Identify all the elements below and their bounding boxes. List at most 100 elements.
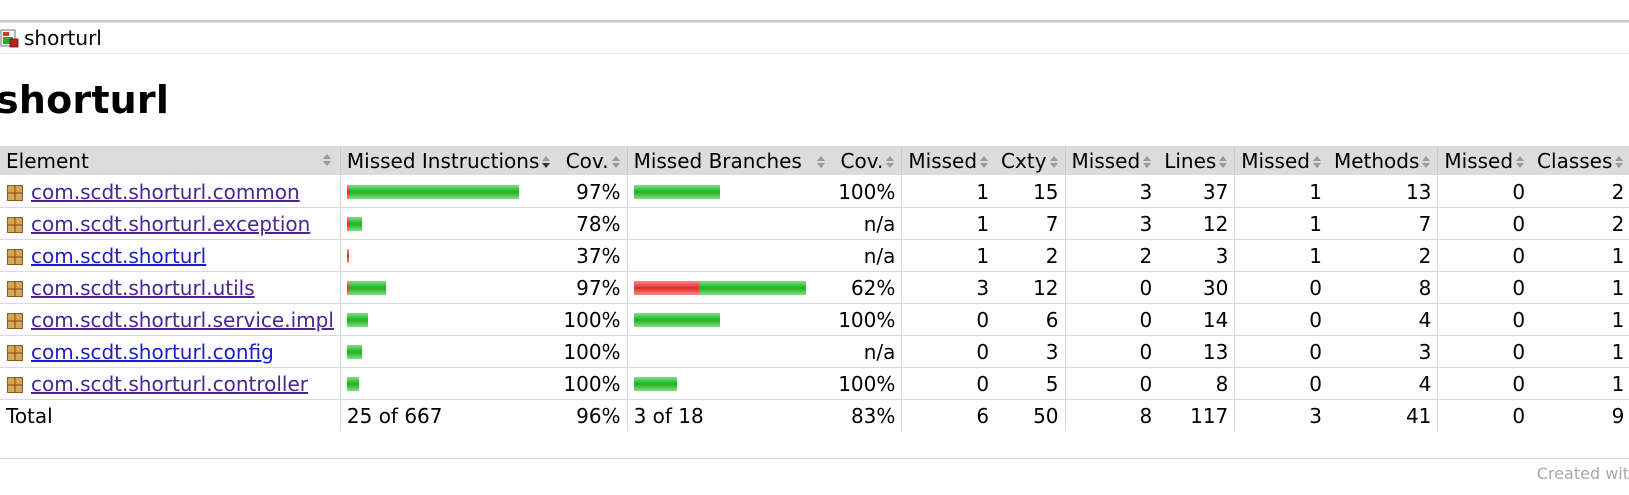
header-missed-lines[interactable]: Missed (1065, 146, 1159, 176)
package-link[interactable]: com.scdt.shorturl.utils (31, 276, 255, 300)
branches-coverage-bar (634, 217, 827, 231)
total-missed-lines: 8 (1139, 403, 1153, 428)
sort-icon (979, 155, 989, 169)
branches-coverage-bar (633, 376, 827, 391)
total-missed-cxty: 6 (976, 403, 990, 428)
package-link[interactable]: com.scdt.shorturl.exception (31, 212, 310, 236)
instructions-bar-cell (340, 367, 558, 400)
lines: 12 (1158, 207, 1236, 240)
missed-cxty: 1 (901, 175, 996, 208)
branches-bar-cell (627, 335, 833, 368)
missed-cxty: 0 (901, 335, 996, 368)
report-icon (0, 28, 20, 48)
instructions-coverage-bar (346, 376, 551, 391)
covered-bar-segment (346, 376, 359, 391)
header-lines[interactable]: Lines (1158, 146, 1236, 176)
sort-icon (1312, 155, 1322, 169)
classes: 1 (1531, 239, 1629, 272)
missed-lines: 0 (1065, 367, 1159, 400)
missed-methods: 0 (1234, 303, 1328, 336)
breadcrumb-label[interactable]: shorturl (24, 26, 102, 50)
missed-cxty: 3 (901, 271, 996, 304)
instructions-bar-cell (340, 303, 558, 336)
header-classes[interactable]: Classes (1531, 146, 1629, 176)
sort-desc-icon (541, 155, 551, 169)
missed-methods: 0 (1234, 271, 1328, 304)
missed-classes: 0 (1437, 207, 1532, 240)
missed-bar-segment (633, 280, 699, 295)
missed-methods: 0 (1234, 367, 1328, 400)
cxty: 12 (995, 271, 1066, 304)
sort-icon (1421, 155, 1431, 169)
package-icon (6, 215, 24, 233)
package-link[interactable]: com.scdt.shorturl.controller (31, 372, 308, 396)
header-missed-instructions[interactable]: Missed Instructions (340, 146, 558, 176)
covered-bar-segment (346, 312, 368, 327)
table-row: com.scdt.shorturl 37% n/a 1 2 2 3 1 2 0 1 (0, 239, 1629, 272)
header-element[interactable]: Element (0, 146, 341, 176)
lines: 3 (1158, 239, 1236, 272)
branches-bar-cell (627, 175, 833, 208)
total-methods: 41 (1327, 399, 1439, 431)
lines: 30 (1158, 271, 1236, 304)
total-branch-cov: 83% (832, 399, 903, 431)
covered-bar-segment (698, 280, 806, 295)
total-instructions: 25 of 667 (346, 403, 443, 428)
package-link[interactable]: com.scdt.shorturl.common (31, 180, 300, 204)
classes: 1 (1531, 271, 1629, 304)
table-header-row: Element Missed Instructions Cov. Missed … (0, 146, 1629, 176)
header-missed-branches[interactable]: Missed Branches (627, 146, 833, 176)
instructions-bar-cell (340, 335, 558, 368)
element-cell: com.scdt.shorturl.utils (0, 271, 341, 304)
package-link[interactable]: com.scdt.shorturl.service.impl (31, 308, 334, 332)
header-cxty[interactable]: Cxty (995, 146, 1066, 176)
package-link[interactable]: com.scdt.shorturl.config (31, 340, 274, 364)
cxty: 2 (995, 239, 1066, 272)
sort-icon (611, 155, 621, 169)
missed-bar-segment (346, 248, 349, 263)
classes: 2 (1531, 175, 1629, 208)
branches-bar-cell (627, 367, 833, 400)
covered-bar-segment (349, 184, 519, 199)
instructions-coverage-bar (346, 248, 551, 263)
sort-icon (1218, 155, 1228, 169)
branches-coverage-bar (634, 249, 827, 263)
missed-lines: 3 (1065, 175, 1159, 208)
sort-icon (322, 153, 332, 167)
package-link[interactable]: com.scdt.shorturl (31, 244, 206, 268)
header-missed-cxty[interactable]: Missed (901, 146, 996, 176)
instr-cov: 100% (557, 303, 628, 336)
header-methods[interactable]: Methods (1327, 146, 1439, 176)
methods: 13 (1327, 175, 1439, 208)
branch-cov: n/a (832, 335, 903, 368)
branches-coverage-bar (634, 345, 827, 359)
instructions-bar-cell (340, 271, 558, 304)
header-missed-methods[interactable]: Missed (1234, 146, 1328, 176)
instructions-coverage-bar (346, 344, 551, 359)
classes: 1 (1531, 335, 1629, 368)
classes: 1 (1531, 303, 1629, 336)
missed-classes: 0 (1437, 271, 1532, 304)
branch-cov: 62% (832, 271, 903, 304)
header-branch-cov[interactable]: Cov. (832, 146, 903, 176)
instructions-coverage-bar (346, 280, 551, 295)
instructions-coverage-bar (346, 216, 551, 231)
cxty: 15 (995, 175, 1066, 208)
branches-bar-cell (627, 271, 833, 304)
lines: 14 (1158, 303, 1236, 336)
header-missed-classes[interactable]: Missed (1437, 146, 1532, 176)
lines: 13 (1158, 335, 1236, 368)
page-title: shorturl (0, 78, 170, 122)
missed-methods: 1 (1234, 175, 1328, 208)
element-cell: com.scdt.shorturl.common (0, 175, 341, 208)
branches-bar-cell (627, 239, 833, 272)
missed-methods: 1 (1234, 207, 1328, 240)
package-icon (6, 279, 24, 297)
missed-lines: 2 (1065, 239, 1159, 272)
instr-cov: 100% (557, 367, 628, 400)
sort-icon (1142, 155, 1152, 169)
branch-cov: n/a (832, 207, 903, 240)
classes: 2 (1531, 207, 1629, 240)
header-instr-cov[interactable]: Cov. (557, 146, 628, 176)
sort-icon (1614, 155, 1624, 169)
